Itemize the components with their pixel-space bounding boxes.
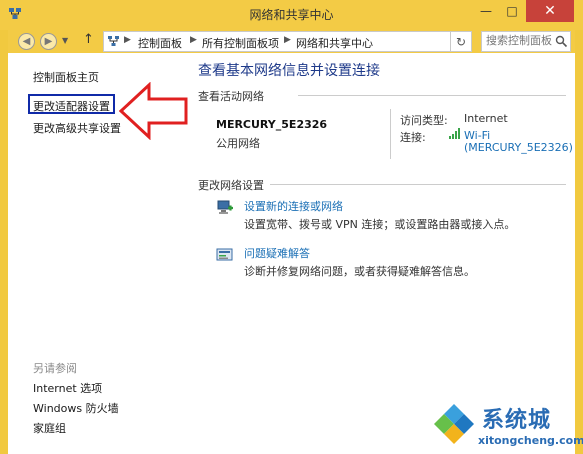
troubleshoot-icon <box>216 248 233 261</box>
page-title: 查看基本网络信息并设置连接 <box>198 63 380 79</box>
watermark-name: 系统城 <box>482 408 552 433</box>
access-type-label: 访问类型: <box>400 114 448 127</box>
close-button[interactable]: ✕ <box>526 0 574 22</box>
highlight-box <box>28 94 115 114</box>
network-name: MERCURY_5E2326 <box>216 118 328 131</box>
homegroup-link[interactable]: 家庭组 <box>33 420 66 436</box>
address-path[interactable]: ▶ 控制面板 ▶ 所有控制面板项 ▶ 网络和共享中心 ▼ <box>103 31 535 52</box>
network-type-link[interactable]: 公用网络 <box>216 135 260 151</box>
left-pane: 控制面板主页 更改适配器设置 更改高级共享设置 另请参阅 Internet 选项… <box>8 53 188 454</box>
minimize-button[interactable]: — <box>474 0 498 22</box>
change-network-settings-label: 更改网络设置 <box>198 179 264 192</box>
breadcrumb-network-center[interactable]: 网络和共享中心 <box>296 35 373 51</box>
address-bar: ◀ ▶ ▼ ↑ ▶ 控制面板 ▶ 所有控制面板项 ▶ 网络和共享中心 ▼ ↻ <box>8 30 575 53</box>
breadcrumb-separator-icon[interactable]: ▶ <box>124 35 131 45</box>
active-networks-label: 查看活动网络 <box>198 90 264 103</box>
arrow-left-icon: ◀ <box>22 36 31 47</box>
recent-locations-chevron-icon[interactable]: ▼ <box>62 36 68 45</box>
title-bar: 网络和共享中心 — □ ✕ <box>0 0 583 30</box>
vertical-divider <box>390 109 391 159</box>
section-divider <box>270 184 566 185</box>
watermark: 系统城 xitongcheng.com <box>430 400 583 452</box>
refresh-button[interactable]: ↻ <box>451 31 472 52</box>
breadcrumb-separator-icon[interactable]: ▶ <box>190 35 197 45</box>
troubleshoot-problems-desc: 诊断并修复网络问题，或者获得疑难解答信息。 <box>244 265 475 278</box>
left-pointing-arrow-icon <box>119 82 188 140</box>
breadcrumb-separator-icon[interactable]: ▶ <box>284 35 291 45</box>
troubleshoot-problems-link[interactable]: 问题疑难解答 <box>244 245 310 261</box>
network-location-icon <box>108 36 119 46</box>
search-icon[interactable] <box>555 35 568 48</box>
watermark-url: xitongcheng.com <box>478 434 583 447</box>
new-connection-icon <box>217 200 233 214</box>
setup-new-connection-link[interactable]: 设置新的连接或网络 <box>244 198 343 214</box>
section-divider <box>298 95 566 96</box>
up-arrow-icon[interactable]: ↑ <box>83 32 94 47</box>
back-button[interactable]: ◀ <box>18 33 35 50</box>
watermark-logo-icon <box>434 404 474 444</box>
internet-options-link[interactable]: Internet 选项 <box>33 380 102 396</box>
maximize-button[interactable]: □ <box>500 0 524 22</box>
change-advanced-sharing-link[interactable]: 更改高级共享设置 <box>33 120 121 136</box>
wifi-connection-ssid-link[interactable]: (MERCURY_5E2326) <box>464 141 573 154</box>
breadcrumb-control-panel[interactable]: 控制面板 <box>138 35 182 51</box>
control-panel-home-link[interactable]: 控制面板主页 <box>33 69 99 85</box>
connection-label: 连接: <box>400 131 426 144</box>
content-area: 控制面板主页 更改适配器设置 更改高级共享设置 另请参阅 Internet 选项… <box>8 53 575 454</box>
see-also-title: 另请参阅 <box>33 362 77 375</box>
setup-new-connection-desc: 设置宽带、拨号或 VPN 连接；或设置路由器或接入点。 <box>244 218 516 231</box>
wifi-signal-icon <box>449 128 460 139</box>
breadcrumb-all-items[interactable]: 所有控制面板项 <box>202 35 279 51</box>
search-input[interactable] <box>486 34 556 47</box>
windows-firewall-link[interactable]: Windows 防火墙 <box>33 400 119 416</box>
access-type-value: Internet <box>464 112 508 125</box>
refresh-icon: ↻ <box>455 34 467 49</box>
search-box[interactable] <box>481 31 571 52</box>
forward-button[interactable]: ▶ <box>40 33 57 50</box>
arrow-right-icon: ▶ <box>44 36 53 47</box>
